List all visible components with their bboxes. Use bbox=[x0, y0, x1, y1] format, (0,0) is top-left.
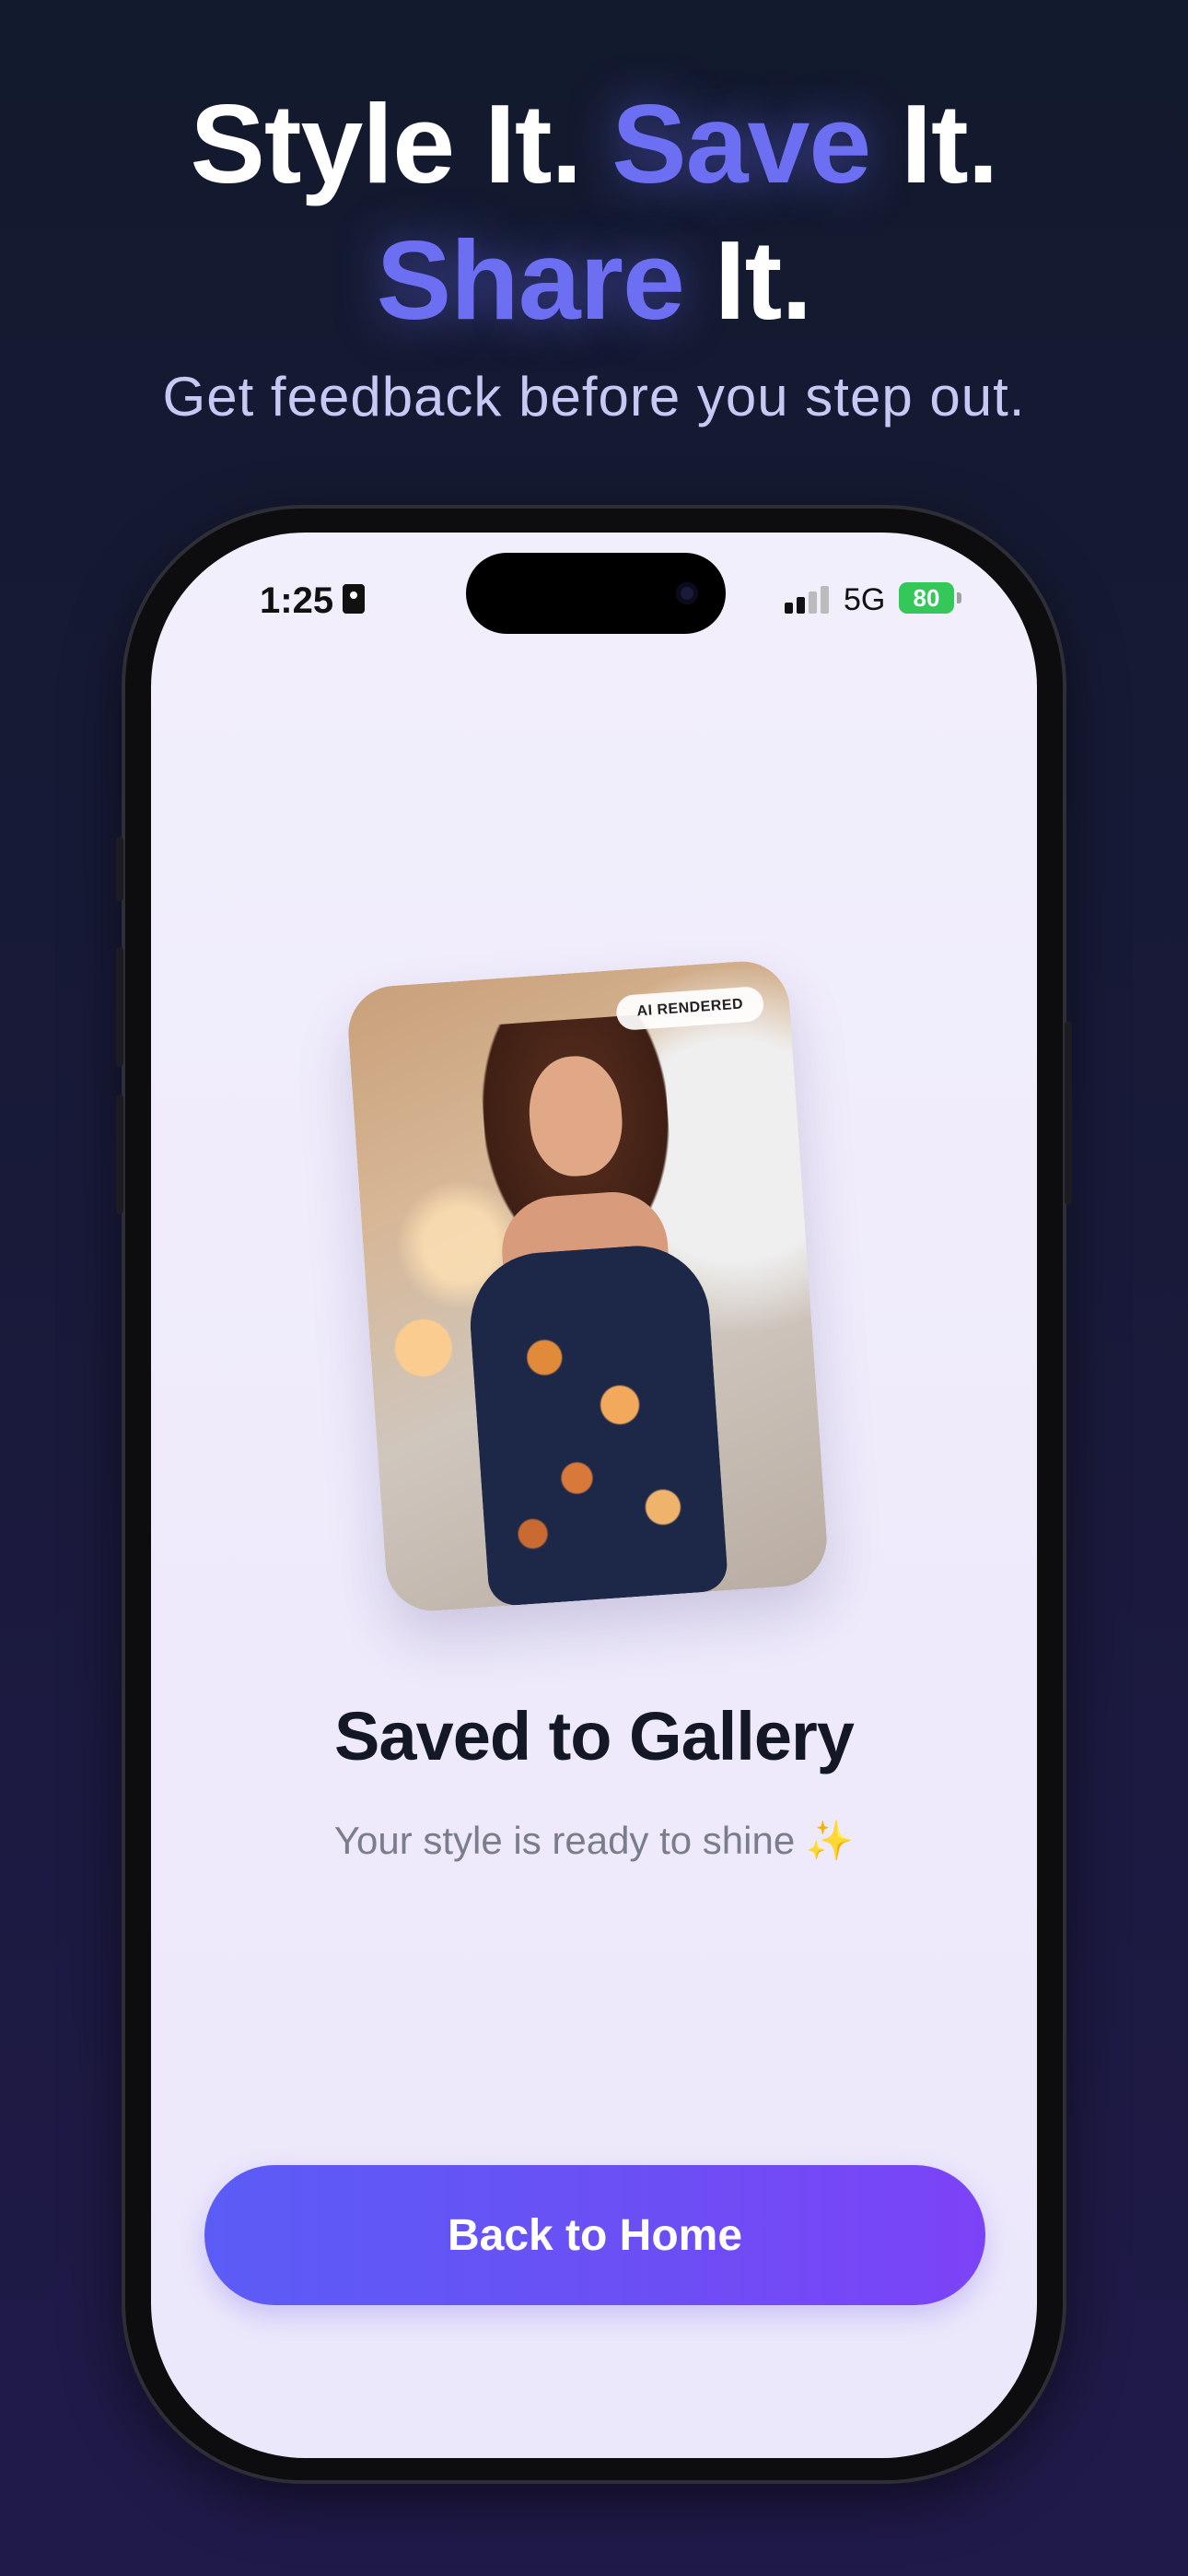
marketing-subhead: Get feedback before you step out. bbox=[162, 366, 1026, 427]
camera-icon bbox=[676, 582, 698, 604]
photo-subject-dress bbox=[465, 1241, 729, 1608]
phone-screen: 1:25 5G 80 AI RENDERED Saved to Gallery bbox=[151, 533, 1037, 2458]
phone-action-button bbox=[116, 837, 123, 901]
headline-text: It. bbox=[870, 81, 998, 206]
contact-card-icon bbox=[343, 584, 365, 614]
headline-line-1: Style It. Save It. bbox=[0, 76, 1188, 212]
status-bar: 1:25 5G 80 bbox=[151, 533, 1037, 662]
headline-text: It. bbox=[683, 217, 812, 343]
phone-frame: 1:25 5G 80 AI RENDERED Saved to Gallery bbox=[116, 505, 1072, 2484]
battery-cap bbox=[957, 592, 961, 603]
network-type: 5G bbox=[844, 582, 886, 617]
back-to-home-button[interactable]: Back to Home bbox=[204, 2165, 985, 2305]
phone-volume-up-button bbox=[116, 947, 123, 1067]
headline-text: Style It. bbox=[190, 81, 612, 206]
headline-accent-share: Share bbox=[376, 217, 685, 343]
signal-strength-icon bbox=[785, 586, 831, 614]
dynamic-island bbox=[466, 553, 726, 634]
page-title: Saved to Gallery bbox=[334, 1698, 855, 1774]
battery-level: 80 bbox=[913, 584, 940, 612]
phone-volume-down-button bbox=[116, 1095, 123, 1214]
battery-icon: 80 bbox=[899, 582, 954, 614]
marketing-headline: Style It. Save It. Share It. bbox=[0, 76, 1188, 348]
page-subtitle: Your style is ready to shine ✨ bbox=[333, 1819, 855, 1862]
headline-line-2: Share It. bbox=[0, 212, 1188, 348]
saved-outfit-photo: AI RENDERED bbox=[344, 958, 831, 1614]
headline-accent-save: Save bbox=[611, 81, 871, 206]
phone-power-button bbox=[1065, 1021, 1072, 1205]
status-time: 1:25 bbox=[260, 580, 334, 621]
